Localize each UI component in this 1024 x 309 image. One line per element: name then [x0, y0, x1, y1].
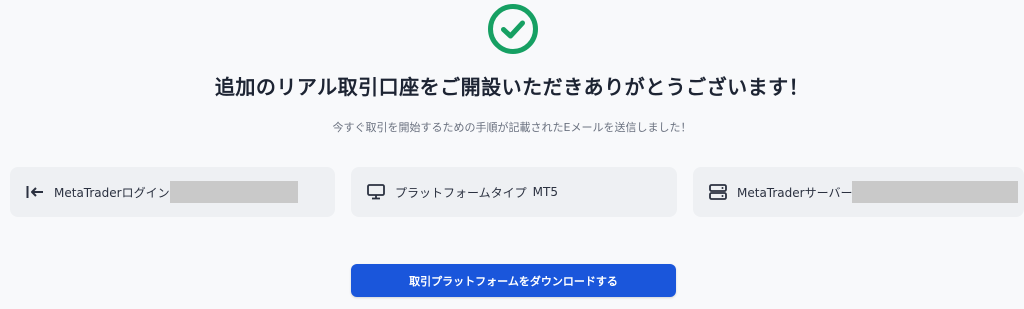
redacted-server-value: [852, 181, 1019, 203]
platform-type-value: MT5: [532, 185, 558, 199]
account-success-page: 追加のリアル取引口座をご開設いただきありがとうございます！ 今すぐ取引を開始する…: [0, 0, 1024, 309]
server-icon: [709, 184, 727, 200]
check-circle-icon: [487, 3, 539, 55]
metatrader-login-label: MetaTraderログイン: [54, 185, 170, 200]
platform-type-label: プラットフォームタイプ: [395, 185, 527, 200]
metatrader-server-label: MetaTraderサーバー: [737, 185, 853, 200]
platform-type-card: プラットフォームタイプ MT5: [351, 167, 677, 217]
redacted-login-value: [169, 181, 298, 203]
download-platform-button[interactable]: 取引プラットフォームをダウンロードする: [351, 264, 676, 297]
metatrader-server-card: MetaTraderサーバー: [693, 167, 1024, 217]
monitor-icon: [367, 184, 385, 200]
metatrader-login-card: MetaTraderログイン: [10, 167, 335, 217]
page-title: 追加のリアル取引口座をご開設いただきありがとうございます！: [214, 75, 810, 99]
email-sent-message: 今すぐ取引を開始するための手順が記載されたEメールを送信しました！: [332, 121, 692, 134]
login-arrow-icon: [26, 185, 44, 199]
